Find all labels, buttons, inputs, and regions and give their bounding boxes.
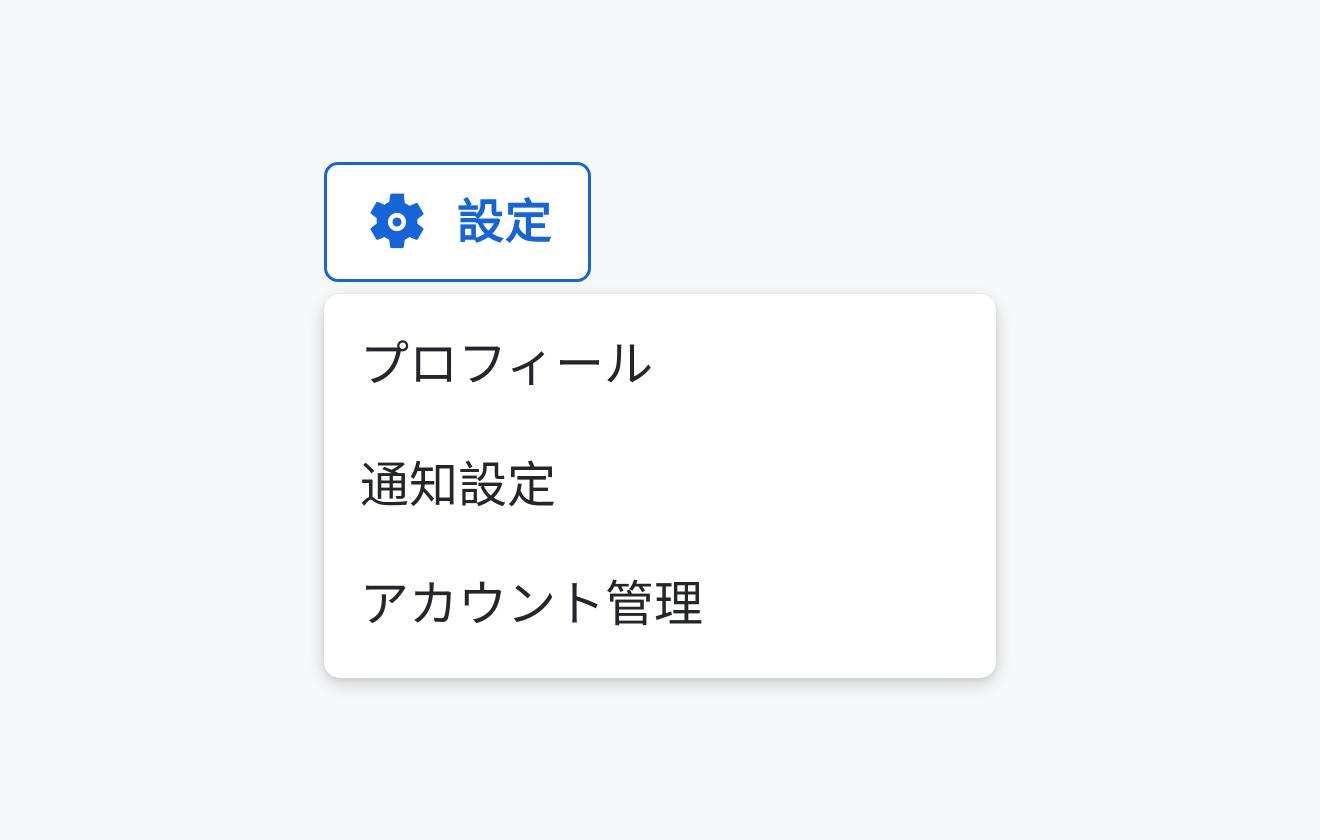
menu-item-account-management[interactable]: アカウント管理 — [324, 546, 996, 662]
settings-button-label: 設定 — [457, 194, 553, 250]
menu-item-notification-settings[interactable]: 通知設定 — [324, 424, 996, 546]
gear-icon — [370, 193, 424, 249]
settings-dropdown-menu: プロフィール 通知設定 アカウント管理 — [324, 294, 996, 678]
menu-item-profile[interactable]: プロフィール — [324, 304, 996, 424]
settings-button[interactable]: 設定 — [324, 162, 591, 282]
